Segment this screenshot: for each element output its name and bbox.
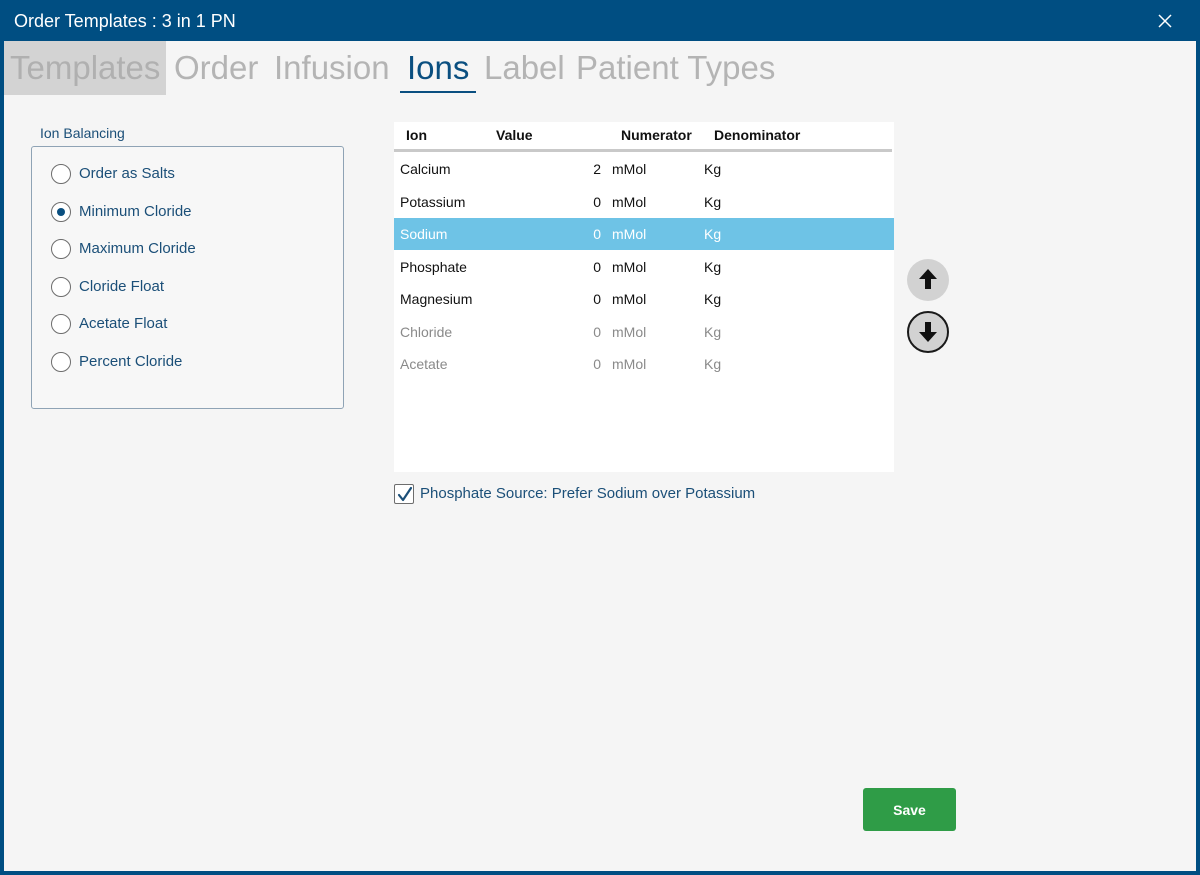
cell-value[interactable]: 0 [571,194,601,210]
tab-strip: Templates Order Infusion Ions Label Pati… [4,41,904,95]
ion-balancing-label: Ion Balancing [40,125,125,141]
radio-circle[interactable] [51,164,71,184]
cell-ion: Calcium [400,161,451,177]
cell-numerator: mMol [612,226,647,242]
content-area: Templates Order Infusion Ions Label Pati… [4,41,1196,871]
radio-circle[interactable] [51,239,71,259]
active-tab-indicator [400,91,476,93]
cell-ion: Acetate [400,356,448,372]
table-row-disabled: Chloride 0 mMol Kg [394,316,894,348]
tab-order[interactable]: Order [174,41,258,95]
move-up-button[interactable] [907,259,949,301]
radio-label: Percent Cloride [79,353,183,370]
ion-balancing-group: Order as Salts Minimum Cloride Maximum C… [31,146,344,409]
cell-value: 0 [593,324,601,340]
table-row[interactable]: Calcium 2 mMol Kg [394,153,894,185]
grid-header: Ion Value Numerator Denominator [394,122,892,152]
tab-ions[interactable]: Ions [407,41,469,95]
cell-ion: Phosphate [400,259,467,275]
cell-ion: Potassium [400,194,466,210]
column-header-numerator[interactable]: Numerator [621,127,692,143]
tab-infusion[interactable]: Infusion [274,41,390,95]
cell-denominator: Kg [704,161,722,177]
cell-value[interactable]: 2 [571,161,601,177]
save-button[interactable]: Save [863,788,956,831]
tab-label[interactable]: Label [484,41,565,95]
table-row[interactable]: Phosphate 0 mMol Kg [394,251,894,283]
cell-numerator: mMol [612,161,647,177]
arrow-down-icon [919,322,937,342]
title-bar: Order Templates : 3 in 1 PN [0,0,1200,41]
tab-patient-types[interactable]: Patient Types [576,41,775,95]
arrow-up-icon [919,269,937,289]
radio-selected-dot [57,208,65,216]
cell-ion: Chloride [400,324,453,340]
cell-denominator: Kg [704,356,722,372]
table-row-disabled: Acetate 0 mMol Kg [394,348,894,380]
checkbox-label: Phosphate Source: Prefer Sodium over Pot… [420,485,756,502]
radio-circle[interactable] [51,352,71,372]
radio-label: Maximum Cloride [79,240,196,257]
cell-denominator: Kg [704,259,722,275]
cell-ion: Sodium [400,226,448,242]
close-icon[interactable] [1156,12,1174,30]
cell-denominator: Kg [704,226,722,242]
cell-value[interactable]: 0 [571,259,601,275]
column-header-ion[interactable]: Ion [406,127,427,143]
column-header-denominator[interactable]: Denominator [714,127,800,143]
table-row[interactable]: Potassium 0 mMol Kg [394,186,894,218]
cell-numerator: mMol [612,259,647,275]
cell-numerator: mMol [612,291,647,307]
column-header-value[interactable]: Value [496,127,533,143]
radio-circle[interactable] [51,202,71,222]
cell-denominator: Kg [704,194,722,210]
window-title: Order Templates : 3 in 1 PN [14,11,236,31]
radio-circle[interactable] [51,314,71,334]
cell-value: 0 [593,356,601,372]
ion-grid: Ion Value Numerator Denominator Calcium … [394,122,894,472]
radio-label: Acetate Float [79,315,168,332]
move-down-button[interactable] [907,311,949,353]
cell-numerator: mMol [612,324,647,340]
radio-label: Order as Salts [79,165,175,182]
cell-numerator: mMol [612,194,647,210]
table-row-selected[interactable]: Sodium 0 mMol Kg [394,218,894,250]
cell-value[interactable]: 0 [571,291,601,307]
checkmark-icon [397,486,413,502]
cell-ion: Magnesium [400,291,473,307]
table-row[interactable]: Magnesium 0 mMol Kg [394,283,894,315]
radio-circle[interactable] [51,277,71,297]
tab-templates[interactable]: Templates [4,41,167,95]
radio-label: Minimum Cloride [79,203,192,220]
cell-denominator: Kg [704,291,722,307]
checkbox[interactable] [394,484,414,504]
cell-numerator: mMol [612,356,647,372]
radio-label: Cloride Float [79,278,165,295]
cell-denominator: Kg [704,324,722,340]
cell-value[interactable]: 0 [571,226,601,242]
